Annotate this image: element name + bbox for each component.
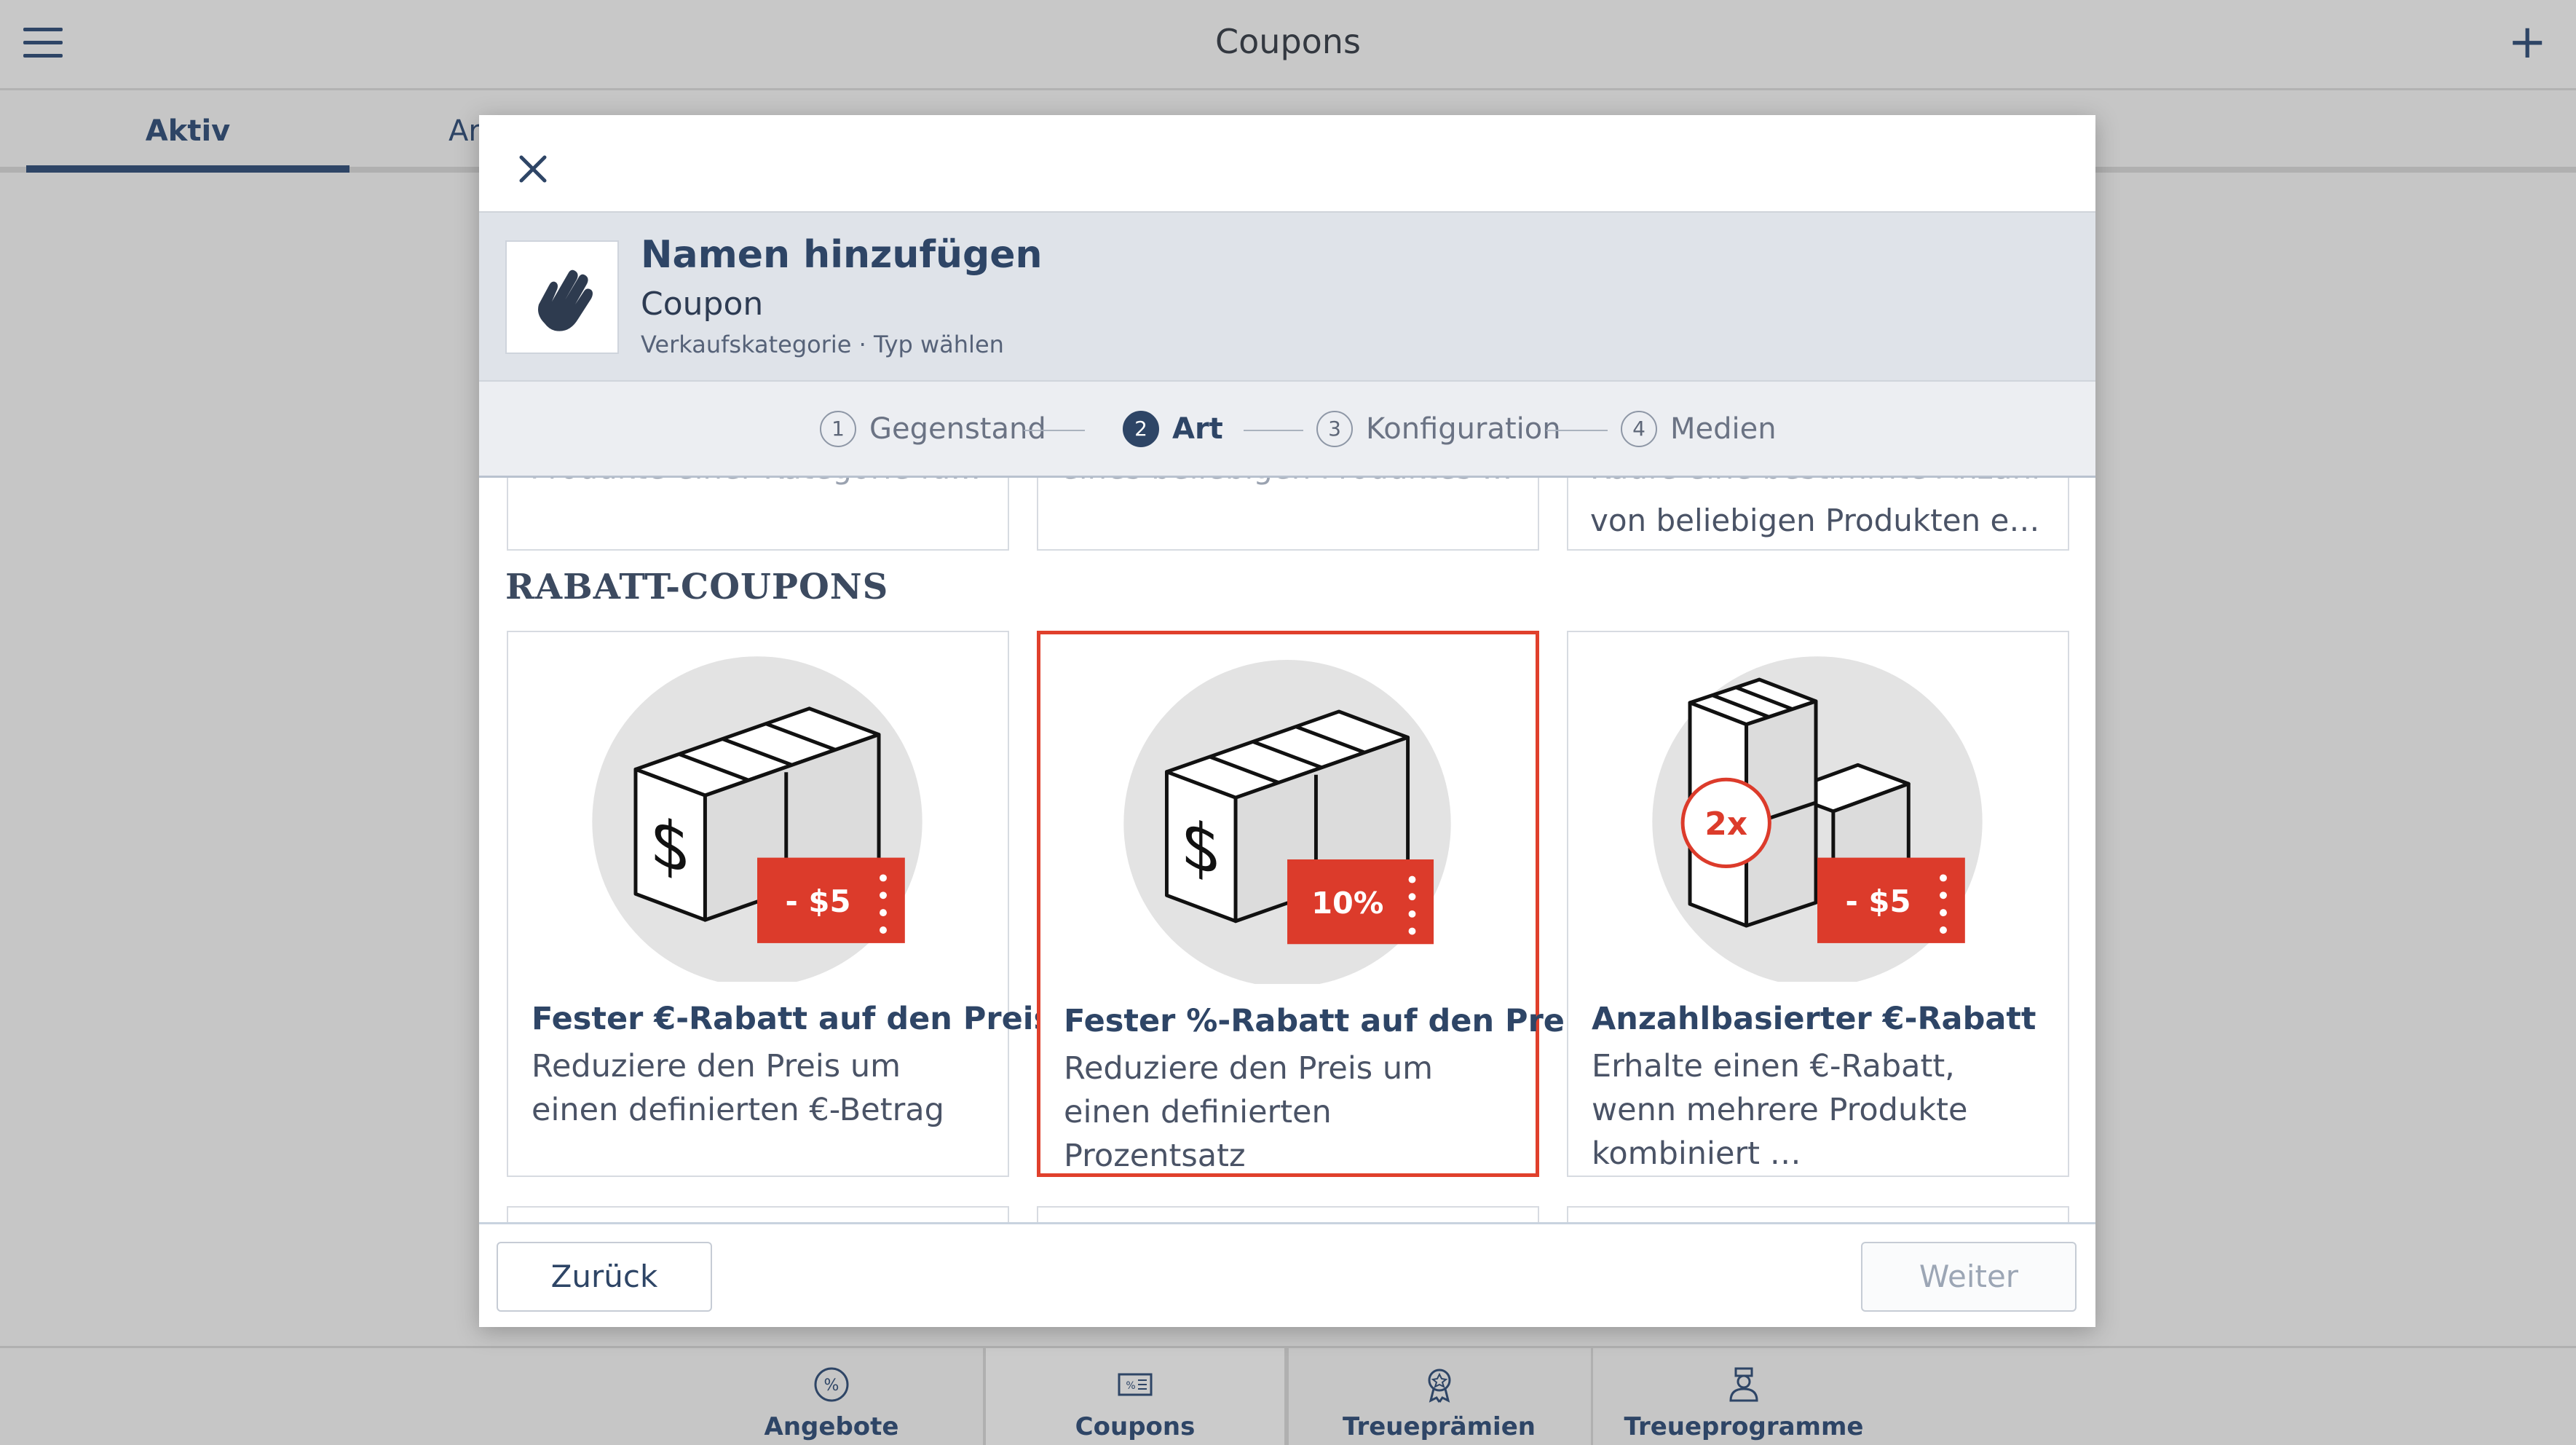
card-title: Anzahlbasierter €-Rabatt <box>1592 1001 2036 1037</box>
close-icon[interactable] <box>504 140 562 198</box>
coupon-type-card[interactable]: eines beliebigen Produktes ein… <box>1037 478 1539 551</box>
box-percent-discount-illustration: $ 10% <box>1123 660 1451 984</box>
dialog-header: Namen hinzufügen Coupon Verkaufskategori… <box>479 211 2095 380</box>
discount-tag: - $5 <box>786 883 851 919</box>
step-connector <box>1024 430 1085 431</box>
nav-label: Treueprämien <box>1343 1412 1536 1441</box>
coupon-type-card[interactable] <box>507 1206 1009 1222</box>
card-description-partial: Kaufe eine bestimmte Anzahl <box>1590 478 2046 486</box>
step-gegenstand[interactable]: 1 Gegenstand <box>820 411 1046 447</box>
nav-item-angebote[interactable]: % Angebote <box>679 1348 984 1445</box>
svg-text:$: $ <box>649 800 691 891</box>
box-dollar-discount-illustration: $ - $5 <box>592 656 922 982</box>
active-tab-indicator <box>26 165 349 173</box>
dialog-footer: Zurück Weiter <box>479 1222 2095 1327</box>
card-description-partial: eines beliebigen Produktes ein… <box>1060 478 1516 486</box>
coupon-type-card[interactable]: Kaufe eine bestimmte Anzahl von beliebig… <box>1567 478 2069 551</box>
coupon-type-dialog: Namen hinzufügen Coupon Verkaufskategori… <box>479 115 2095 1327</box>
stacked-boxes-discount-illustration: 2x - $5 <box>1652 656 1983 982</box>
card-description-partial: Produkte einer Kategorie für ein… <box>530 478 986 486</box>
card-description: Reduziere den Preis um einen definierten… <box>1064 1050 1433 1174</box>
coupon-type-card[interactable]: Produkte einer Kategorie für ein… <box>507 478 1009 551</box>
svg-text:$: $ <box>1181 803 1222 893</box>
coupon-type-card-quantity-euro[interactable]: 2x - $5 Anzahlbasierter €-Rabatt Erhalte… <box>1567 631 2069 1177</box>
step-medien[interactable]: 4 Medien <box>1621 411 1777 447</box>
quantity-badge: 2x <box>1704 806 1747 843</box>
add-icon[interactable]: + <box>2508 19 2547 66</box>
dialog-breadcrumb: Verkaufskategorie · Typ wählen <box>641 331 1004 358</box>
award-ribbon-icon <box>1428 1369 1450 1403</box>
next-button[interactable]: Weiter <box>1861 1242 2077 1312</box>
coupon-type-card-fixed-euro[interactable]: $ - $5 Fester €-Rabatt auf den Preis Red… <box>507 631 1053 1177</box>
coupon-type-thumbnail <box>505 240 619 354</box>
discount-tag: 10% <box>1311 886 1383 921</box>
discount-tag: - $5 <box>1846 883 1911 919</box>
nav-item-treuepraemien[interactable]: Treueprämien <box>1287 1348 1591 1445</box>
percent-badge-icon: % <box>814 1367 849 1402</box>
app-title: Coupons <box>1215 22 1361 61</box>
section-title-rabatt-coupons: RABATT-COUPONS <box>505 567 889 607</box>
hand-icon <box>538 269 593 331</box>
nav-label: Treueprogramme <box>1624 1412 1864 1441</box>
coupon-type-card[interactable] <box>1567 1206 2069 1222</box>
wizard-stepper: 1 Gegenstand 2 Art 3 Konfiguration 4 Med… <box>479 380 2095 478</box>
nav-item-coupons[interactable]: % Coupons <box>984 1348 1287 1445</box>
dialog-title: Namen hinzufügen <box>641 233 1043 277</box>
step-label: Art <box>1172 412 1223 446</box>
coupon-type-card-fixed-percent[interactable]: $ 10% Fester %-Rabatt auf den Preis Redu… <box>1037 631 1595 1177</box>
step-label: Konfiguration <box>1366 412 1561 446</box>
card-title: Fester %-Rabatt auf den Preis <box>1064 1003 1595 1039</box>
svg-text:%: % <box>824 1377 839 1395</box>
card-description: von beliebigen Produkten eine… <box>1590 503 2046 538</box>
step-connector <box>1244 430 1303 431</box>
tab-aktiv[interactable]: Aktiv <box>26 114 349 148</box>
step-art[interactable]: 2 Art <box>1123 411 1223 447</box>
coupon-ticket-icon: % <box>1118 1373 1153 1396</box>
step-konfiguration[interactable]: 3 Konfiguration <box>1316 411 1561 447</box>
step-number: 4 <box>1621 411 1657 447</box>
step-connector <box>1546 430 1608 431</box>
nav-item-treueprogramme[interactable]: Treueprogramme <box>1592 1348 1896 1445</box>
app-top-bar: Coupons + <box>0 0 2576 90</box>
nav-label: Coupons <box>1075 1412 1196 1441</box>
tab-archiv[interactable]: Ar <box>449 114 481 148</box>
step-number: 1 <box>820 411 856 447</box>
coupon-type-list[interactable]: Produkte einer Kategorie für ein… eines … <box>479 478 2095 1222</box>
svg-text:%: % <box>1126 1380 1135 1392</box>
nav-label: Angebote <box>764 1412 899 1441</box>
step-number: 3 <box>1316 411 1353 447</box>
dialog-subtitle: Coupon <box>641 286 764 323</box>
step-number: 2 <box>1123 411 1159 447</box>
step-label: Gegenstand <box>869 412 1046 446</box>
back-button[interactable]: Zurück <box>497 1242 712 1312</box>
user-badge-icon <box>1729 1367 1758 1402</box>
bottom-navigation: % Angebote % Coupons Treueprämien Treuep… <box>0 1346 2576 1445</box>
card-description: Reduziere den Preis um einen definierten… <box>532 1048 944 1128</box>
card-description: Erhalte einen €-Rabatt, wenn mehrere Pro… <box>1592 1048 1968 1172</box>
card-title: Fester €-Rabatt auf den Preis <box>532 1001 1053 1037</box>
step-label: Medien <box>1670 412 1777 446</box>
coupon-type-card[interactable] <box>1037 1206 1539 1222</box>
